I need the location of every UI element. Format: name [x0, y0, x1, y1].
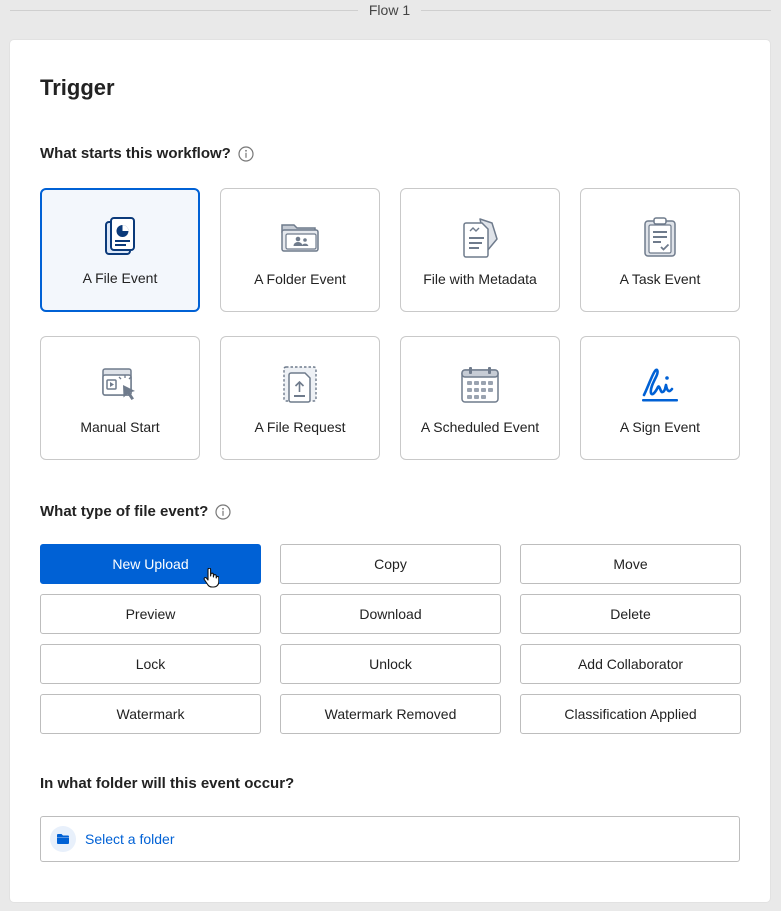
tile-label: Manual Start	[80, 419, 160, 435]
option-classification-applied[interactable]: Classification Applied	[520, 694, 741, 734]
option-download[interactable]: Download	[280, 594, 501, 634]
option-preview[interactable]: Preview	[40, 594, 261, 634]
tile-label: A Task Event	[619, 271, 701, 287]
start-question-label: What starts this workflow?	[40, 145, 254, 162]
option-new-upload[interactable]: New Upload	[40, 544, 261, 584]
folder-event-icon	[278, 215, 322, 259]
option-lock[interactable]: Lock	[40, 644, 261, 684]
flow-title: Flow 1	[368, 2, 411, 18]
tile-label: A Folder Event	[254, 271, 346, 287]
start-question-text: What starts this workflow?	[40, 145, 231, 162]
option-unlock[interactable]: Unlock	[280, 644, 501, 684]
option-delete[interactable]: Delete	[520, 594, 741, 634]
tile-file-event[interactable]: A File Event	[40, 188, 200, 312]
tile-label: A Scheduled Event	[420, 419, 540, 435]
option-copy[interactable]: Copy	[280, 544, 501, 584]
info-icon[interactable]	[238, 145, 254, 162]
tile-label: File with Metadata	[423, 271, 537, 287]
folder-question-label: In what folder will this event occur?	[40, 775, 294, 792]
task-icon	[638, 215, 682, 259]
tile-label: A File Event	[82, 270, 158, 286]
tile-file-request[interactable]: A File Request	[220, 336, 380, 460]
file-event-question-text: What type of file event?	[40, 503, 209, 520]
option-watermark[interactable]: Watermark	[40, 694, 261, 734]
folder-question-text: In what folder will this event occur?	[40, 775, 295, 792]
metadata-icon	[458, 215, 502, 259]
file-event-question-label: What type of file event?	[40, 503, 231, 520]
option-watermark-removed[interactable]: Watermark Removed	[280, 694, 501, 734]
tile-sign-event[interactable]: A Sign Event	[580, 336, 740, 460]
file-request-icon	[278, 363, 322, 407]
trigger-type-grid: A File Event A Folder Event File with Me…	[40, 188, 740, 460]
select-folder-link[interactable]: Select a folder	[85, 831, 175, 847]
tile-scheduled-event[interactable]: A Scheduled Event	[400, 336, 560, 460]
tile-label: A File Request	[254, 419, 346, 435]
option-move[interactable]: Move	[520, 544, 741, 584]
flow-header: Flow 1	[0, 0, 781, 22]
tile-task-event[interactable]: A Task Event	[580, 188, 740, 312]
calendar-icon	[458, 363, 502, 407]
sign-icon	[638, 363, 682, 407]
manual-start-icon	[98, 363, 142, 407]
folder-icon	[50, 826, 76, 852]
tile-manual-start[interactable]: Manual Start	[40, 336, 200, 460]
trigger-card: Trigger What starts this workflow? A Fil…	[10, 40, 770, 902]
info-icon[interactable]	[215, 503, 231, 520]
tile-label: A Sign Event	[619, 419, 701, 435]
divider	[10, 10, 358, 11]
tile-file-with-metadata[interactable]: File with Metadata	[400, 188, 560, 312]
page-title: Trigger	[40, 75, 115, 100]
file-event-icon	[98, 215, 142, 259]
divider	[421, 10, 771, 11]
tile-folder-event[interactable]: A Folder Event	[220, 188, 380, 312]
folder-picker[interactable]: Select a folder	[40, 816, 740, 862]
hand-cursor-icon	[203, 567, 220, 588]
option-add-collaborator[interactable]: Add Collaborator	[520, 644, 741, 684]
file-event-options: New Upload Copy Move Preview Download De…	[40, 544, 741, 734]
